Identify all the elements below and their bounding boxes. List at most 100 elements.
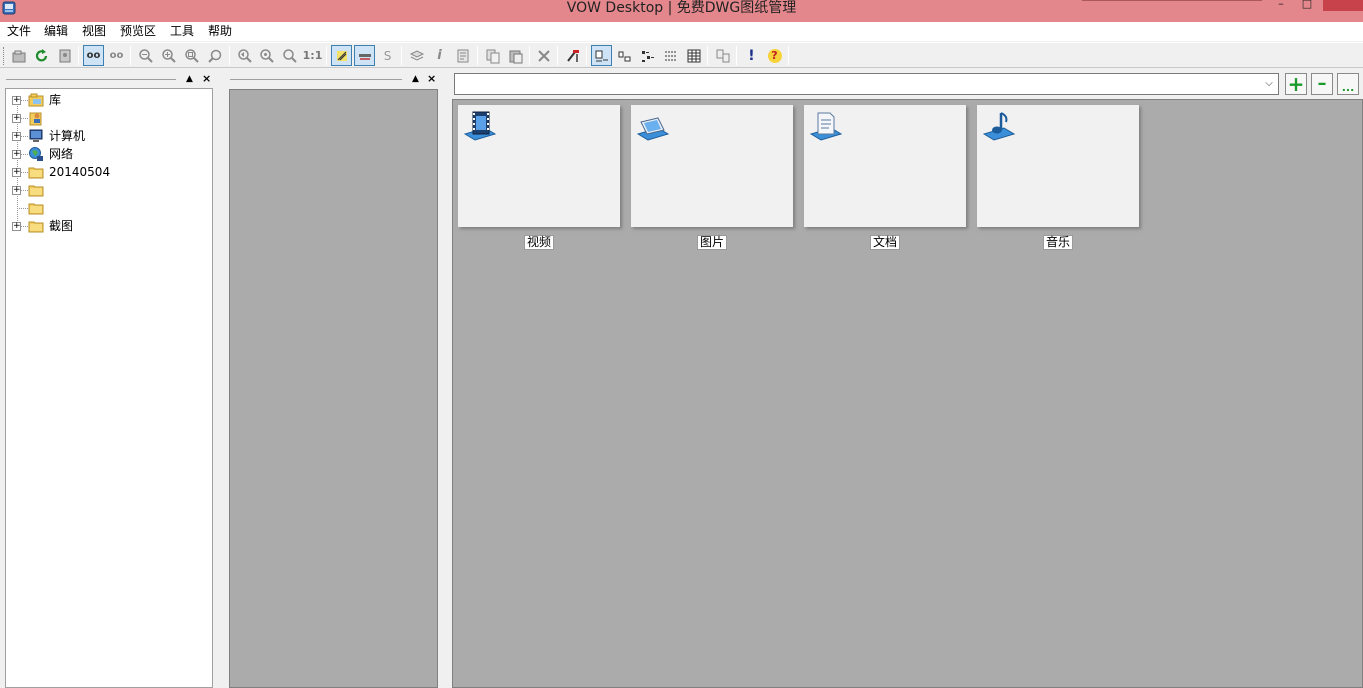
- pane-splitter[interactable]: [442, 68, 449, 688]
- measure-button[interactable]: [354, 45, 375, 66]
- picture-icon: [636, 117, 670, 141]
- zoom-real-icon: [259, 48, 274, 63]
- layers-button[interactable]: [406, 45, 427, 66]
- preview-pane-header: ▲ ×: [230, 72, 438, 86]
- copy-button[interactable]: [482, 45, 503, 66]
- find-icon: [59, 49, 70, 62]
- exclamation-icon: !: [748, 47, 755, 64]
- zoom-1to1-button[interactable]: 1:1: [302, 45, 323, 66]
- gallery-item-pictures[interactable]: [631, 105, 793, 227]
- paste-button[interactable]: [505, 45, 526, 66]
- tree-item-computer[interactable]: + 计算机: [6, 127, 206, 145]
- tree-expand-toggle[interactable]: +: [12, 186, 21, 195]
- exclamation-button[interactable]: !: [741, 45, 762, 66]
- gallery-item-label[interactable]: 文档: [870, 235, 901, 250]
- gallery-item-video[interactable]: [458, 105, 620, 227]
- thumbnail-gallery[interactable]: 视频 图片 文档 音乐: [452, 99, 1363, 688]
- pane-collapse-button[interactable]: ▲: [412, 72, 419, 86]
- open-folder-button[interactable]: [8, 45, 29, 66]
- tree-item-folder[interactable]: +: [6, 181, 206, 199]
- tree-expand-toggle[interactable]: +: [12, 96, 21, 105]
- tree-expand-toggle[interactable]: +: [12, 222, 21, 231]
- zoom-out-button[interactable]: [135, 45, 156, 66]
- details-view-button[interactable]: [660, 45, 681, 66]
- toolbar-separator: [529, 46, 530, 65]
- refresh-button[interactable]: [31, 45, 52, 66]
- toolbar-grip[interactable]: [3, 47, 6, 65]
- minimize-button[interactable]: –: [1270, 0, 1292, 10]
- gallery-item-documents[interactable]: [804, 105, 966, 227]
- path-combobox[interactable]: ⌵: [454, 73, 1279, 95]
- properties-button[interactable]: [452, 45, 473, 66]
- menu-preview[interactable]: 预览区: [119, 23, 157, 40]
- tree-expand-toggle[interactable]: +: [12, 114, 21, 123]
- tree-item-label: 20140504: [49, 165, 111, 179]
- info-button[interactable]: i: [429, 45, 450, 66]
- zoom-window-button[interactable]: [181, 45, 202, 66]
- more-button[interactable]: ...: [1337, 73, 1359, 95]
- toolbar-separator: [229, 46, 230, 65]
- menu-view[interactable]: 视图: [81, 23, 107, 40]
- large-icons-view-button[interactable]: [591, 45, 612, 66]
- zoom-extents-button[interactable]: [204, 45, 225, 66]
- gallery-item-label[interactable]: 图片: [697, 235, 728, 250]
- user-folder-icon: [29, 112, 42, 126]
- list-view-button[interactable]: [637, 45, 658, 66]
- preview-area[interactable]: [229, 89, 438, 688]
- menu-help[interactable]: 帮助: [207, 23, 233, 40]
- pane-close-button[interactable]: ×: [202, 72, 211, 86]
- measure-icon: [358, 53, 371, 60]
- tools-button[interactable]: [562, 45, 583, 66]
- highlight-button[interactable]: [331, 45, 352, 66]
- tree-expand-toggle[interactable]: +: [12, 150, 21, 159]
- zoom-realtime-button[interactable]: [279, 45, 300, 66]
- tree-item-user[interactable]: +: [6, 109, 206, 127]
- gallery-item-label[interactable]: 音乐: [1043, 235, 1074, 250]
- pane-collapse-button[interactable]: ▲: [186, 72, 193, 86]
- menu-file[interactable]: 文件: [6, 23, 32, 40]
- chevron-down-icon[interactable]: ⌵: [1263, 78, 1275, 90]
- pane-close-button[interactable]: ×: [427, 72, 436, 86]
- tree-item-20140504[interactable]: + 20140504: [6, 163, 206, 181]
- tree-expand-toggle[interactable]: +: [12, 132, 21, 141]
- menu-tools[interactable]: 工具: [169, 23, 195, 40]
- tree-item-network[interactable]: + 网络: [6, 145, 206, 163]
- find-button[interactable]: [54, 45, 75, 66]
- menu-edit[interactable]: 编辑: [43, 23, 69, 40]
- video-icon: [463, 111, 497, 141]
- delete-button[interactable]: [533, 45, 554, 66]
- tree-expand-toggle[interactable]: +: [12, 168, 21, 177]
- delete-icon: [537, 49, 550, 62]
- pane-header-line: [6, 79, 176, 80]
- tree-item-screenshots[interactable]: + 截图: [6, 217, 206, 235]
- compare-icon: [716, 49, 729, 62]
- refresh-icon: [35, 48, 47, 61]
- tree-item-folder[interactable]: [6, 199, 206, 217]
- style-s-button[interactable]: S: [377, 45, 398, 66]
- menu-bar: 文件 编辑 视图 预览区 工具 帮助: [0, 22, 1363, 41]
- folder-icon: [28, 221, 44, 233]
- zoom-real-button[interactable]: [256, 45, 277, 66]
- maximize-button[interactable]: □: [1296, 0, 1318, 10]
- view-oo2-button[interactable]: oo: [106, 45, 127, 66]
- zoom-previous-button[interactable]: [234, 45, 255, 66]
- tree-connector: [21, 100, 28, 101]
- window-title: VOW Desktop | 免费DWG图纸管理: [566, 0, 797, 16]
- zoom-out-icon: [138, 48, 153, 63]
- add-button[interactable]: +: [1285, 73, 1307, 95]
- tools-icon: [566, 49, 579, 62]
- folder-tree[interactable]: + 库 + + 计算机 + 网络 + 20140504 + + 截图: [5, 88, 213, 688]
- remove-button[interactable]: –: [1311, 73, 1333, 95]
- layers-icon: [409, 49, 424, 61]
- help-button[interactable]: ?: [764, 45, 785, 66]
- gallery-item-music[interactable]: [977, 105, 1139, 227]
- gallery-item-label[interactable]: 视频: [524, 235, 555, 250]
- close-button[interactable]: [1323, 0, 1363, 11]
- grid-view-button[interactable]: [683, 45, 704, 66]
- small-icons-view-button[interactable]: [614, 45, 635, 66]
- zoom-in-button[interactable]: [158, 45, 179, 66]
- view-oo-button[interactable]: oo: [83, 45, 104, 66]
- tree-item-library[interactable]: + 库: [6, 91, 206, 109]
- folder-tree-header: ▲ ×: [6, 72, 214, 86]
- compare-button[interactable]: [712, 45, 733, 66]
